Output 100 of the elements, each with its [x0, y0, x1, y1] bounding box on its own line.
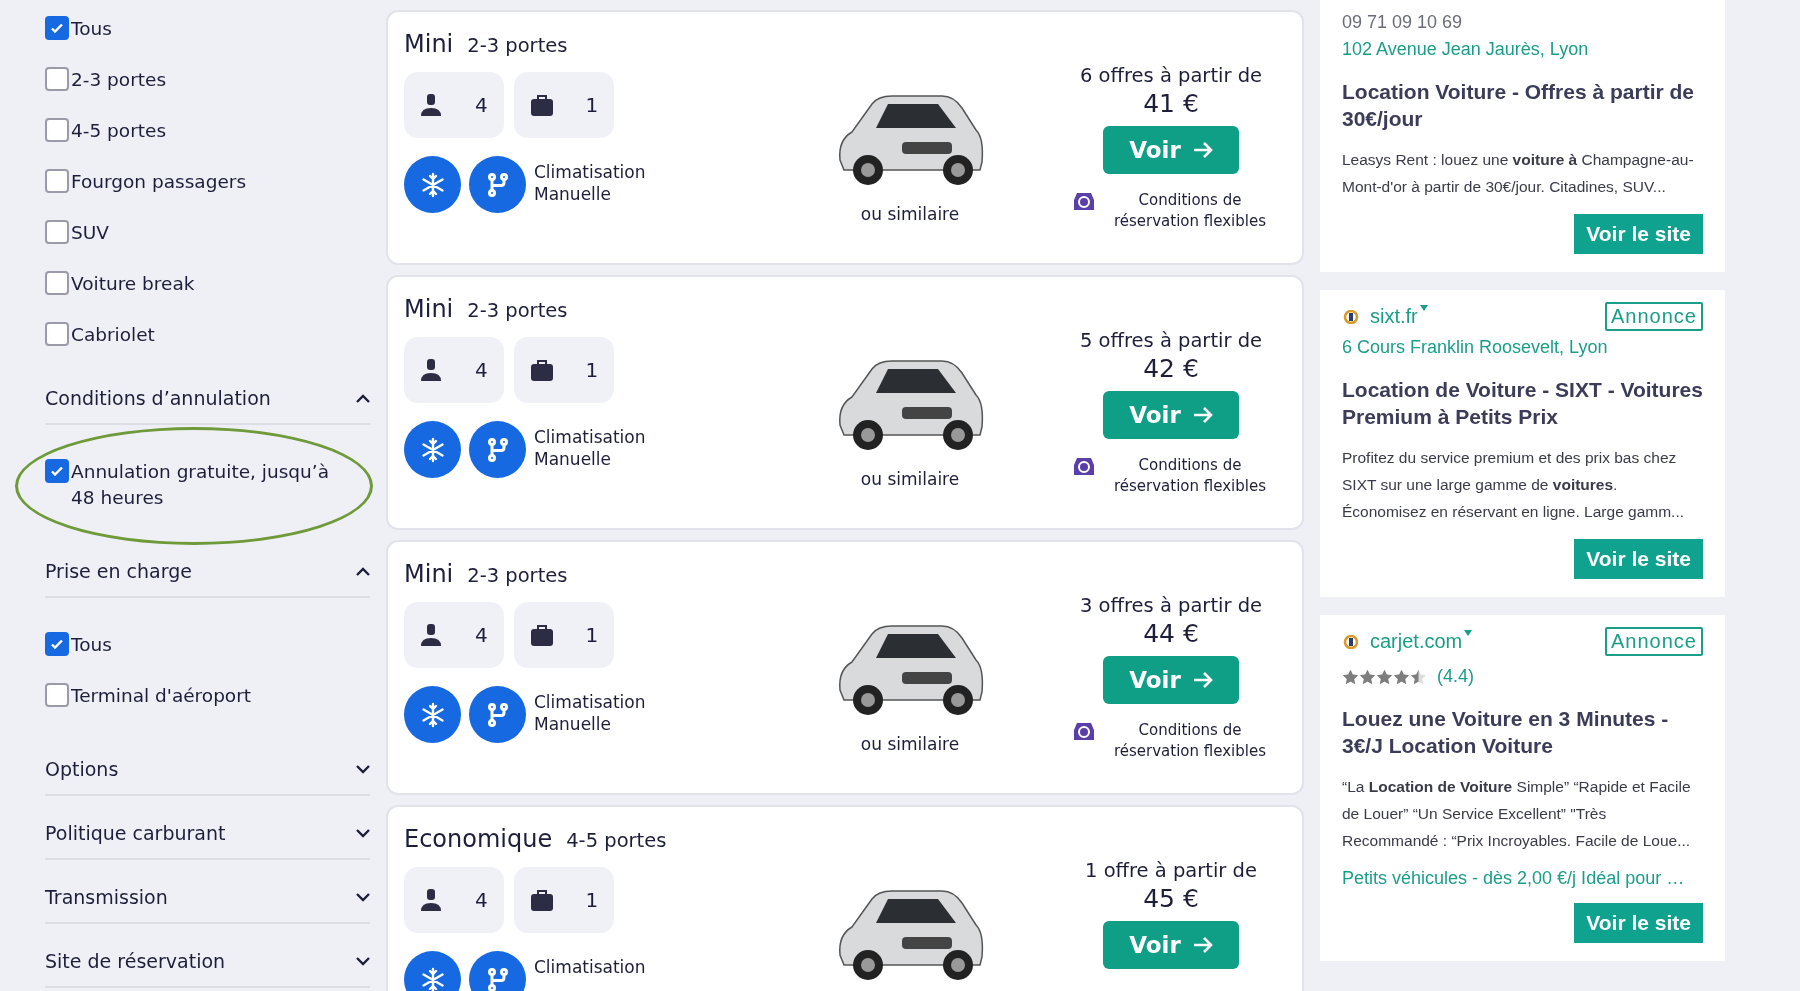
filter-section-header[interactable]: Conditions d’annulation — [45, 361, 370, 425]
view-button[interactable]: Voir — [1103, 921, 1239, 969]
price: 41 € — [1143, 89, 1199, 118]
ad-label: Annonce — [1605, 627, 1703, 656]
filter-option-label: Terminal d'aéroport — [71, 684, 253, 708]
booking-conditions: Conditions de réservation flexibles — [1112, 720, 1267, 762]
ad-address[interactable]: 102 Avenue Jean Jaurès, Lyon — [1342, 39, 1703, 60]
bag-icon — [529, 888, 554, 912]
arrow-right-icon — [1192, 141, 1213, 159]
checkbox[interactable] — [45, 118, 69, 142]
chevron-up-icon — [356, 566, 370, 576]
ad-title[interactable]: Louez une Voiture en 3 Minutes - 3€/J Location Voiture — [1342, 705, 1703, 759]
ad-site-link[interactable]: sixt.fr — [1370, 305, 1418, 328]
visit-site-button[interactable]: Voir le site — [1574, 539, 1703, 579]
bag-icon — [529, 358, 554, 382]
car-category: Mini — [404, 30, 454, 58]
view-button[interactable]: Voir — [1103, 126, 1239, 174]
seat-count: 4 — [474, 93, 488, 117]
ad-site-link[interactable]: carjet.com — [1370, 630, 1463, 653]
booking-conditions: Conditions de réservation flexibles — [1112, 190, 1267, 232]
star-icon — [1376, 668, 1393, 685]
checkbox[interactable] — [45, 459, 69, 483]
visit-site-button[interactable]: Voir le site — [1574, 903, 1703, 943]
filter-section-header[interactable]: Transmission — [45, 860, 370, 924]
gear-shift-icon — [469, 421, 526, 478]
price: 44 € — [1143, 619, 1199, 648]
snowflake-icon — [404, 421, 461, 478]
similar-note: ou similaire — [860, 734, 960, 754]
filter-option-label: Fourgon passagers — [71, 170, 248, 194]
star-icon — [1393, 668, 1410, 685]
filter-option-label: Voiture break — [71, 272, 196, 296]
offer-count: 3 offres à partir de — [1079, 594, 1263, 617]
car-refresh-icon — [1072, 720, 1096, 742]
chevron-up-icon — [356, 393, 370, 403]
car-refresh-icon — [1072, 190, 1096, 212]
arrow-right-icon — [1192, 671, 1213, 689]
filter-option-label: 4-5 portes — [71, 119, 168, 143]
price: 42 € — [1143, 354, 1199, 383]
checkbox[interactable] — [45, 16, 69, 40]
filter-option-label: Cabriolet — [71, 323, 156, 347]
door-count: 2-3 portes — [467, 34, 568, 57]
checkbox[interactable] — [45, 632, 69, 656]
seat-count: 4 — [474, 888, 488, 912]
door-count: 2-3 portes — [467, 299, 568, 322]
rating-value: (4.4) — [1437, 666, 1474, 687]
filter-section-header[interactable]: Options — [45, 732, 370, 796]
ad-title[interactable]: Location Voiture - Offres à partir de 30€/jour — [1342, 78, 1703, 132]
view-button[interactable]: Voir — [1103, 656, 1239, 704]
visit-site-button[interactable]: Voir le site — [1574, 214, 1703, 254]
gear-shift-icon — [469, 156, 526, 213]
price: 45 € — [1143, 884, 1199, 913]
offer-count: 6 offres à partir de — [1079, 64, 1263, 87]
ad-sitelink[interactable]: Petits véhicules - dès 2,00 €/j Idéal pour … — [1342, 868, 1703, 889]
offer-count: 1 offre à partir de — [1085, 859, 1257, 882]
caret-down-icon — [1419, 305, 1428, 311]
checkbox[interactable] — [45, 67, 69, 91]
filter-option-label: Tous — [71, 633, 113, 657]
filter-section-header[interactable]: Politique carburant — [45, 796, 370, 860]
car-category: Mini — [404, 560, 454, 588]
car-category: Mini — [404, 295, 454, 323]
ad-description: Profitez du service premium et des prix bas chez SIXT sur une large gamme de voitures. Économisez en réservant en ligne. Large gamm... — [1342, 448, 1686, 522]
seat-count: 4 — [474, 358, 488, 382]
ad-description: “La Location de Voiture Simple” “Rapide et Facile de Louer” “Un Service Excellent” "Très Recommandé : “Prix Incroyables. Facile de Loue... — [1342, 777, 1692, 851]
ad-address[interactable]: 6 Cours Franklin Roosevelt, Lyon — [1342, 337, 1703, 358]
person-icon — [420, 888, 443, 912]
site-logo-icon — [1342, 634, 1360, 649]
ad-description: Leasys Rent : louez une voiture à Champagne-au-Mont-d'or à partir de 30€/jour. Citadines, SUV... — [1342, 150, 1695, 197]
offer-count: 5 offres à partir de — [1079, 329, 1263, 352]
feature-list: Climatisation Manuelle — [534, 691, 646, 735]
view-button[interactable]: Voir — [1103, 391, 1239, 439]
chevron-down-icon — [356, 764, 370, 774]
checkbox[interactable] — [45, 322, 69, 346]
checkbox[interactable] — [45, 220, 69, 244]
chevron-down-icon — [356, 956, 370, 966]
bag-icon — [529, 623, 554, 647]
chevron-down-icon — [356, 828, 370, 838]
bag-icon — [529, 93, 554, 117]
arrow-right-icon — [1192, 936, 1213, 954]
gear-shift-icon — [469, 686, 526, 743]
checkbox[interactable] — [45, 169, 69, 193]
feature-list: Climatisation — [534, 956, 646, 978]
bag-count: 1 — [585, 93, 599, 117]
bag-count: 1 — [585, 888, 599, 912]
filter-option-label: Annulation gratuite, jusqu’à 48 heures — [71, 460, 330, 510]
feature-list: Climatisation Manuelle — [534, 426, 646, 470]
snowflake-icon — [404, 686, 461, 743]
door-count: 4-5 portes — [566, 829, 667, 852]
checkbox[interactable] — [45, 683, 69, 707]
ad-title[interactable]: Location de Voiture - SIXT - Voitures Premium à Petits Prix — [1342, 376, 1703, 430]
similar-note: ou similaire — [860, 469, 960, 489]
similar-note: ou similaire — [860, 204, 960, 224]
person-icon — [420, 358, 443, 382]
filter-section-header[interactable]: Site de réservation — [45, 924, 370, 988]
star-icon — [1359, 668, 1376, 685]
door-count: 2-3 portes — [467, 564, 568, 587]
person-icon — [420, 623, 443, 647]
checkbox[interactable] — [45, 271, 69, 295]
filter-option-label: Tous — [71, 17, 113, 41]
filter-section-header[interactable]: Prise en charge — [45, 534, 370, 598]
caret-down-icon — [1464, 630, 1473, 636]
